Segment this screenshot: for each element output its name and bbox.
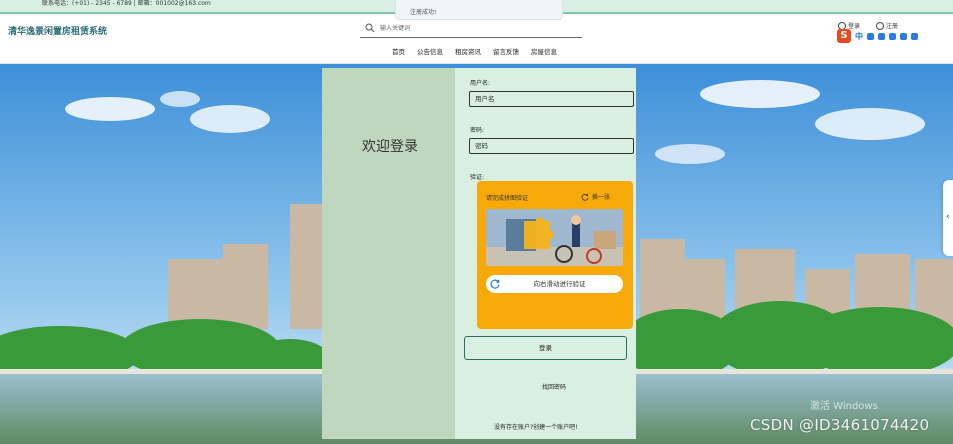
- microphone-icon[interactable]: [878, 32, 885, 40]
- nav-item-feedback[interactable]: 留言反馈: [493, 46, 519, 56]
- captcha-title: 请完成拼图验证: [486, 195, 529, 202]
- keyboard-icon[interactable]: [889, 32, 896, 40]
- ime-toolbar[interactable]: S 中: [837, 28, 952, 44]
- slider-instruction: 向右滑动进行验证: [533, 280, 586, 288]
- side-panel-toggle[interactable]: ‹: [943, 180, 953, 256]
- captcha-label: 验证:: [470, 174, 485, 181]
- contact-info: 联系电话：(+01) - 2345 - 6789 | 邮箱：001002@163…: [42, 0, 211, 7]
- captcha-widget: 请完成拼图验证 换一张 向右滑动进行验证: [477, 181, 633, 329]
- search-box[interactable]: [360, 20, 582, 38]
- username-input[interactable]: [469, 91, 634, 107]
- toast-notification: 注册成功!: [395, 0, 563, 20]
- toolbox-icon[interactable]: [911, 32, 918, 40]
- captcha-slider-track[interactable]: 向右滑动进行验证: [486, 275, 623, 293]
- captcha-refresh-button[interactable]: 换一张: [581, 192, 610, 201]
- username-label: 用户名:: [470, 80, 491, 87]
- csdn-watermark: CSDN @ID3461074420: [750, 416, 930, 434]
- windows-activation-notice: 激活 Windows: [810, 401, 878, 412]
- main-nav: 首页 公告信息 租房资讯 留言反馈 房屋信息: [392, 46, 557, 56]
- register-prompt-link[interactable]: 没有存在账户?创建一个账户吧!: [494, 422, 578, 431]
- punctuation-icon[interactable]: [867, 32, 874, 40]
- sogou-ime-icon[interactable]: S: [837, 29, 851, 43]
- login-panel-left: 欢迎登录: [322, 68, 455, 439]
- captcha-puzzle-image: [486, 209, 623, 266]
- welcome-heading: 欢迎登录: [362, 139, 418, 155]
- nav-item-houses[interactable]: 房屋信息: [531, 46, 557, 56]
- refresh-icon: [581, 193, 589, 201]
- nav-item-announcements[interactable]: 公告信息: [417, 46, 443, 56]
- login-button[interactable]: 登录: [464, 336, 627, 360]
- site-header: 清华逸景闲置房租赁系统 首页 公告信息 租房资讯 留言反馈 房屋信息 登录 注册…: [0, 16, 953, 64]
- nav-item-home[interactable]: 首页: [392, 46, 405, 56]
- search-input[interactable]: [380, 22, 576, 35]
- password-label: 密码:: [470, 127, 485, 134]
- search-icon: [365, 23, 375, 33]
- skin-icon[interactable]: [900, 32, 907, 40]
- password-input[interactable]: [469, 138, 634, 154]
- nav-item-rental-news[interactable]: 租房资讯: [455, 46, 481, 56]
- site-title[interactable]: 清华逸景闲置房租赁系统: [8, 24, 107, 37]
- ime-mode-label[interactable]: 中: [855, 31, 863, 42]
- forgot-password-link[interactable]: 找回密码: [542, 382, 566, 391]
- captcha-refresh-label: 换一张: [592, 194, 611, 201]
- chevron-left-icon: ‹: [946, 212, 950, 222]
